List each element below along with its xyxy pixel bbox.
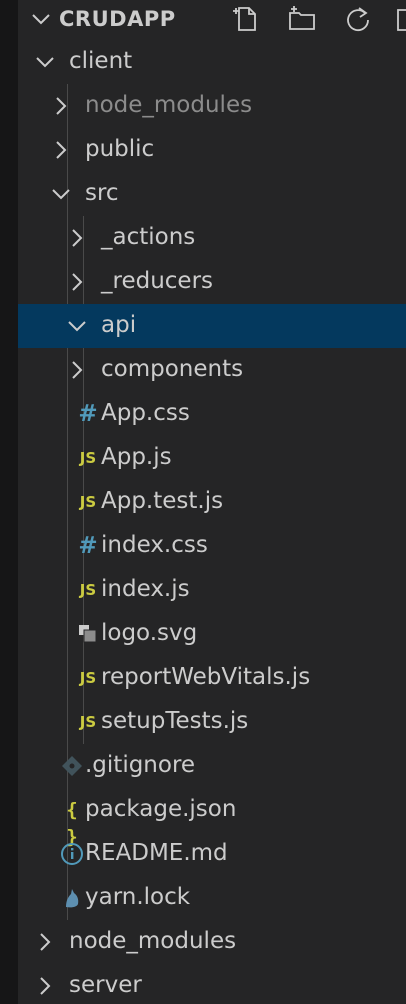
folder-row-actions[interactable]: _actions	[18, 216, 406, 260]
folder-row-node-modules[interactable]: node_modules	[18, 84, 406, 128]
chevron-down-icon[interactable]	[34, 51, 56, 73]
file-row-app-test-js[interactable]: JS App.test.js	[18, 480, 406, 524]
file-row-index-css[interactable]: # index.css	[18, 524, 406, 568]
yarn-cat-icon	[60, 885, 84, 911]
chevron-right-icon[interactable]	[34, 975, 56, 997]
tree-item-label: public	[85, 136, 155, 162]
file-row-logo-svg[interactable]: logo.svg	[18, 612, 406, 656]
new-file-icon[interactable]	[231, 4, 261, 34]
js-file-icon: JS	[79, 581, 97, 599]
file-row-gitignore[interactable]: .gitignore	[18, 744, 406, 788]
folder-row-components[interactable]: components	[18, 348, 406, 392]
tree-item-label: _actions	[101, 224, 196, 250]
refresh-icon[interactable]	[343, 4, 373, 34]
chevron-down-icon[interactable]	[66, 315, 88, 337]
folder-row-client[interactable]: client	[18, 40, 406, 84]
folder-row-src[interactable]: src	[18, 172, 406, 216]
js-file-icon: JS	[79, 449, 97, 467]
tree-item-label: components	[101, 356, 244, 382]
tree-item-label: reportWebVitals.js	[101, 664, 311, 690]
js-file-icon: JS	[79, 713, 97, 731]
tree-item-label: node_modules	[69, 928, 237, 954]
explorer-panel: CRUDAPP client node_modules public src _acti…	[0, 0, 406, 1004]
tree-item-label: node_modules	[85, 92, 253, 118]
tree-item-label: yarn.lock	[85, 884, 191, 910]
css-hash-icon: #	[78, 533, 98, 559]
git-diamond-icon	[60, 753, 84, 779]
collapse-all-icon[interactable]	[394, 4, 406, 34]
svg-image-icon	[76, 621, 100, 647]
js-file-icon: JS	[79, 669, 97, 687]
chevron-down-icon[interactable]	[30, 8, 52, 30]
tree-item-label: _reducers	[101, 268, 214, 294]
tree-item-label: README.md	[85, 840, 228, 866]
file-row-setuptests-js[interactable]: JS setupTests.js	[18, 700, 406, 744]
file-row-readme-md[interactable]: README.md	[18, 832, 406, 876]
file-row-app-js[interactable]: JS App.js	[18, 436, 406, 480]
tree-item-label: logo.svg	[101, 620, 198, 646]
tree-item-label: App.js	[101, 444, 172, 470]
chevron-right-icon[interactable]	[66, 359, 88, 381]
file-row-index-js[interactable]: JS index.js	[18, 568, 406, 612]
file-row-package-json[interactable]: { } package.json	[18, 788, 406, 848]
folder-row-node-modules[interactable]: node_modules	[18, 920, 406, 964]
file-row-yarn-lock[interactable]: yarn.lock	[18, 876, 406, 920]
tree-item-label: App.test.js	[101, 488, 224, 514]
tree-item-label: index.css	[101, 532, 208, 558]
file-row-app-css[interactable]: # App.css	[18, 392, 406, 436]
tree-item-label: server	[69, 972, 142, 998]
css-hash-icon: #	[78, 401, 98, 427]
tree-item-label: package.json	[85, 796, 237, 822]
file-row-reportwebvitals-js[interactable]: JS reportWebVitals.js	[18, 656, 406, 700]
folder-row-reducers[interactable]: _reducers	[18, 260, 406, 304]
chevron-right-icon[interactable]	[66, 271, 88, 293]
tree-item-label: api	[101, 312, 137, 338]
chevron-right-icon[interactable]	[50, 139, 72, 161]
info-circle-icon	[60, 841, 84, 867]
tree-item-label: .gitignore	[85, 752, 196, 778]
chevron-right-icon[interactable]	[66, 227, 88, 249]
tree-item-label: index.js	[101, 576, 190, 602]
new-folder-icon[interactable]	[287, 4, 317, 34]
chevron-down-icon[interactable]	[50, 183, 72, 205]
chevron-right-icon[interactable]	[34, 931, 56, 953]
json-braces-icon: { }	[66, 799, 78, 848]
tree-item-label: client	[69, 48, 133, 74]
chevron-right-icon[interactable]	[50, 95, 72, 117]
explorer-header[interactable]: CRUDAPP	[18, 0, 406, 40]
folder-row-server[interactable]: server	[18, 964, 406, 1004]
folder-row-public[interactable]: public	[18, 128, 406, 172]
panel-edge	[0, 0, 18, 1004]
folder-row-api[interactable]: api	[18, 304, 406, 348]
tree-item-label: App.css	[101, 400, 190, 426]
tree-item-label: setupTests.js	[101, 708, 249, 734]
workspace-title[interactable]: CRUDAPP	[59, 5, 176, 33]
tree-item-label: src	[85, 180, 119, 206]
js-file-icon: JS	[79, 493, 97, 511]
